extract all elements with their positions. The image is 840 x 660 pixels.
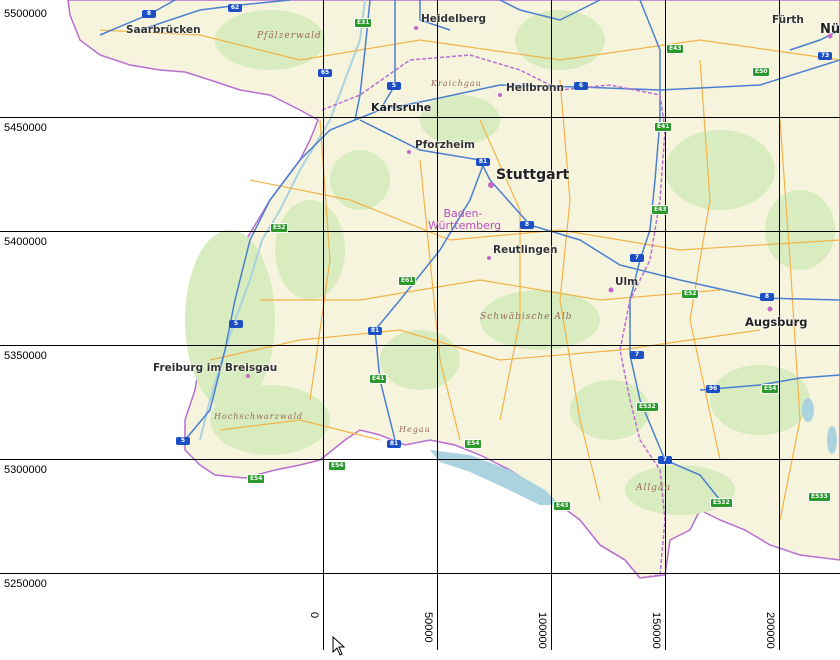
road-shield: 5	[176, 437, 190, 445]
state-label-line2: Württemberg	[428, 219, 502, 232]
city-label-karlsruhe: Karlsruhe	[371, 101, 432, 114]
mouse-cursor-icon	[332, 636, 346, 656]
road-shield: 96	[706, 385, 720, 393]
city-label-ulm: Ulm	[615, 276, 639, 288]
city-label-heilbronn: Heilbronn	[506, 82, 564, 94]
road-shield: 8	[760, 293, 774, 301]
road-shield: E61	[398, 276, 417, 286]
road-shield: 7	[658, 456, 672, 464]
y-axis-label: 5450000	[4, 122, 47, 134]
city-label-reutlingen: Reutlingen	[493, 244, 558, 256]
road-shield: E54	[464, 439, 483, 449]
road-shield: E41	[369, 374, 388, 384]
x-axis-label: 150000	[650, 612, 662, 649]
road-shield: E43	[666, 44, 685, 54]
x-axis-label: 0	[308, 612, 320, 619]
y-axis-label: 5400000	[4, 236, 47, 248]
city-label-fuerth: Fürth	[772, 14, 804, 26]
road-shield: 8	[142, 10, 156, 18]
region-label-hegau: Hegau	[399, 425, 431, 434]
region-label-schwaebische-alb: Schwäbische Alb	[480, 312, 573, 322]
region-label-pfaelzerwald: Pfälzerwald	[257, 31, 322, 41]
city-label-nuernberg: Nür	[820, 22, 840, 37]
city-label-pforzheim: Pforzheim	[415, 139, 475, 151]
road-shield: E54	[247, 474, 266, 484]
road-shield: 5	[387, 82, 401, 90]
state-label: Baden- Württemberg	[428, 208, 502, 232]
city-label-saarbruecken: Saarbrücken	[126, 24, 201, 36]
y-axis-label: 5250000	[4, 578, 47, 590]
road-shield: E43	[553, 501, 572, 511]
city-label-heidelberg: Heidelberg	[421, 13, 487, 25]
region-label-allgaeu: Allgäu	[636, 483, 672, 493]
road-shield: 5	[229, 320, 243, 328]
road-shield: E52	[681, 289, 700, 299]
city-label-augsburg: Augsburg	[745, 315, 808, 329]
lake	[802, 398, 814, 422]
road-shield: E41	[654, 122, 673, 132]
x-axis-label: 200000	[764, 612, 776, 649]
road-shield: E54	[761, 384, 780, 394]
region-label-hochschwarzwald: Hochschwarzwald	[214, 412, 304, 421]
region-label-kraichgau: Kraichgau	[431, 79, 482, 88]
road-shield: 6	[574, 82, 588, 90]
city-label-freiburg: Freiburg im Breisgau	[153, 362, 278, 374]
road-shield: 81	[387, 440, 401, 448]
road-shield: 81	[368, 327, 382, 335]
road-shield: E52	[270, 223, 289, 233]
road-shield: E533	[808, 492, 831, 502]
y-axis-label: 5350000	[4, 350, 47, 362]
x-axis-label: 100000	[536, 612, 548, 649]
road-shield: E532	[710, 498, 733, 508]
map-canvas[interactable]	[0, 0, 840, 660]
y-axis-label: 5300000	[4, 464, 47, 476]
road-shield: 8	[520, 221, 534, 229]
road-shield: 73	[818, 52, 832, 60]
road-shield: E31	[354, 18, 373, 28]
road-shield: 81	[476, 158, 490, 166]
road-shield: E532	[636, 402, 659, 412]
road-shield: E54	[328, 461, 347, 471]
city-label-stuttgart: Stuttgart	[496, 167, 570, 183]
road-shield: 7	[630, 254, 644, 262]
road-shield: E43	[651, 205, 670, 215]
road-shield: 65	[318, 69, 332, 77]
road-shield: 7	[630, 351, 644, 359]
road-shield: E50	[752, 67, 771, 77]
x-axis-label: 50000	[422, 612, 434, 643]
road-shield: 62	[228, 4, 242, 12]
lake	[827, 426, 837, 454]
y-axis-label: 5500000	[4, 8, 47, 20]
